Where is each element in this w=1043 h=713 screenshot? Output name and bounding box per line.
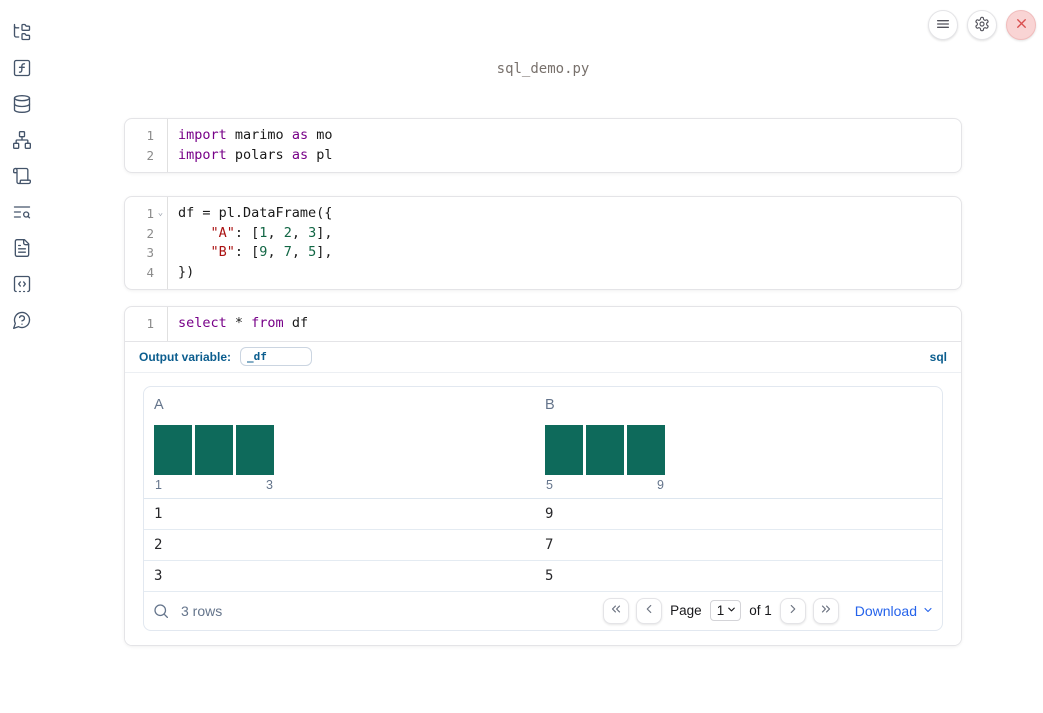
chevrons-right-icon — [819, 602, 833, 619]
histogram-axis-labels: 59 — [546, 477, 664, 492]
table-body: 192735 — [144, 499, 942, 592]
histogram-bar[interactable] — [545, 424, 583, 475]
line-number: 2 — [146, 147, 154, 163]
function-square-icon — [12, 58, 32, 81]
code-cell-imports[interactable]: 1 2 import marimo as mo import polars as pl — [124, 118, 962, 173]
sidebar-item-documentation[interactable] — [12, 238, 32, 261]
help-bubble-icon — [12, 310, 32, 333]
sidebar-item-logs[interactable] — [12, 167, 32, 187]
sql-cell: 1 select * from df Output variable: sql A… — [124, 306, 962, 646]
table-cell: 2 — [154, 536, 163, 553]
settings-button[interactable] — [967, 10, 997, 40]
close-button[interactable] — [1006, 10, 1036, 40]
scroll-icon — [12, 166, 32, 189]
database-icon — [12, 94, 32, 117]
code-line: }) — [178, 263, 195, 280]
table-column-header: B 59 — [543, 397, 934, 492]
page-label: Page — [670, 603, 702, 618]
table-cell: 7 — [545, 536, 554, 553]
list-search-icon — [12, 202, 32, 225]
sidebar-item-scratchpad-search[interactable] — [12, 203, 32, 223]
code-cell-dataframe[interactable]: 1 ⌄ 2 3 4 df = pl.DataFrame({ "A": [1, 2, 3],… — [124, 196, 962, 290]
next-page-button[interactable] — [779, 597, 806, 624]
column-histogram — [154, 424, 543, 475]
code-line: import polars as pl — [178, 146, 333, 163]
code-line: df = pl.DataFrame({ — [178, 205, 333, 221]
file-text-icon — [12, 238, 32, 261]
first-page-button[interactable] — [603, 597, 630, 624]
search-icon[interactable] — [152, 602, 170, 620]
sql-language-badge: sql — [929, 349, 947, 364]
sidebar-item-dependency-graph[interactable] — [12, 130, 32, 153]
code-square-icon — [12, 274, 32, 297]
chevron-down-icon — [726, 603, 737, 618]
close-icon — [1014, 16, 1029, 34]
chevron-left-icon — [642, 602, 656, 619]
last-page-button[interactable] — [812, 597, 839, 624]
code-line: "B": [9, 7, 5], — [210, 244, 333, 260]
table-column-header: A 13 — [152, 397, 543, 492]
folder-tree-icon — [12, 22, 32, 45]
table-row[interactable]: 27 — [144, 530, 942, 561]
dataframe-table: A13B59 192735 3 rows Page 1 of 1 Downloa… — [143, 385, 943, 631]
sql-editor[interactable]: 1 select * from df — [125, 307, 961, 341]
row-count: 3 rows — [181, 602, 223, 619]
line-number: 1 ⌄ — [146, 204, 167, 224]
chevron-right-icon — [786, 602, 800, 619]
page-select[interactable]: 1 — [709, 600, 742, 621]
output-variable-label: Output variable: — [139, 349, 232, 364]
fold-chevron-icon[interactable]: ⌄ — [154, 204, 167, 224]
cell-output: A13B59 192735 3 rows Page 1 of 1 Downloa… — [125, 371, 961, 645]
code-editor[interactable]: 1 ⌄ 2 3 4 df = pl.DataFrame({ "A": [1, 2, 3],… — [125, 197, 961, 289]
table-header: A 13 B 59 — [144, 387, 942, 499]
code-editor[interactable]: 1 2 import marimo as mo import polars as pl — [125, 119, 961, 172]
line-number: 3 — [146, 245, 154, 260]
histogram-axis-labels: 13 — [155, 477, 273, 492]
histogram-bar[interactable] — [154, 424, 192, 475]
table-row[interactable]: 35 — [144, 561, 942, 592]
line-number: 1 — [146, 316, 154, 331]
sidebar-item-help[interactable] — [12, 311, 32, 331]
line-number: 1 — [146, 128, 154, 143]
notebook: sql_demo.py 1 2 import marimo as mo import … — [124, 0, 962, 646]
histogram-bar[interactable] — [586, 424, 624, 475]
table-row[interactable]: 19 — [144, 499, 942, 530]
table-cell: 9 — [545, 505, 554, 522]
column-histogram — [545, 424, 934, 475]
sidebar-item-data-sources[interactable] — [12, 94, 32, 117]
column-name[interactable]: A — [154, 397, 543, 413]
sql-cell-footer: Output variable: sql — [125, 340, 961, 372]
gear-icon — [974, 16, 990, 35]
table-cell: 3 — [154, 567, 163, 584]
output-variable-input[interactable] — [240, 347, 313, 366]
code-line: select * from df — [178, 315, 309, 331]
column-name[interactable]: B — [545, 397, 934, 413]
code-line: import marimo as mo — [178, 127, 333, 143]
line-number: 2 — [146, 225, 154, 241]
code-line: "A": [1, 2, 3], — [210, 224, 333, 241]
table-cell: 5 — [545, 567, 554, 584]
sidebar-item-functions[interactable] — [12, 59, 32, 79]
histogram-bar[interactable] — [627, 424, 665, 475]
table-footer: 3 rows Page 1 of 1 Download — [144, 592, 942, 630]
notebook-filename: sql_demo.py — [496, 61, 590, 77]
table-cell: 1 — [154, 505, 163, 522]
sidebar — [0, 0, 44, 713]
sidebar-item-file-explorer[interactable] — [12, 23, 32, 43]
chevrons-left-icon — [609, 602, 623, 619]
histogram-bar[interactable] — [236, 424, 274, 475]
prev-page-button[interactable] — [636, 597, 663, 624]
chevron-down-icon — [922, 603, 934, 619]
network-icon — [12, 130, 32, 153]
download-button[interactable]: Download — [855, 603, 934, 619]
histogram-bar[interactable] — [195, 424, 233, 475]
of-label: of 1 — [749, 603, 772, 618]
sidebar-item-snippets[interactable] — [12, 275, 32, 295]
line-number: 4 — [146, 264, 154, 280]
